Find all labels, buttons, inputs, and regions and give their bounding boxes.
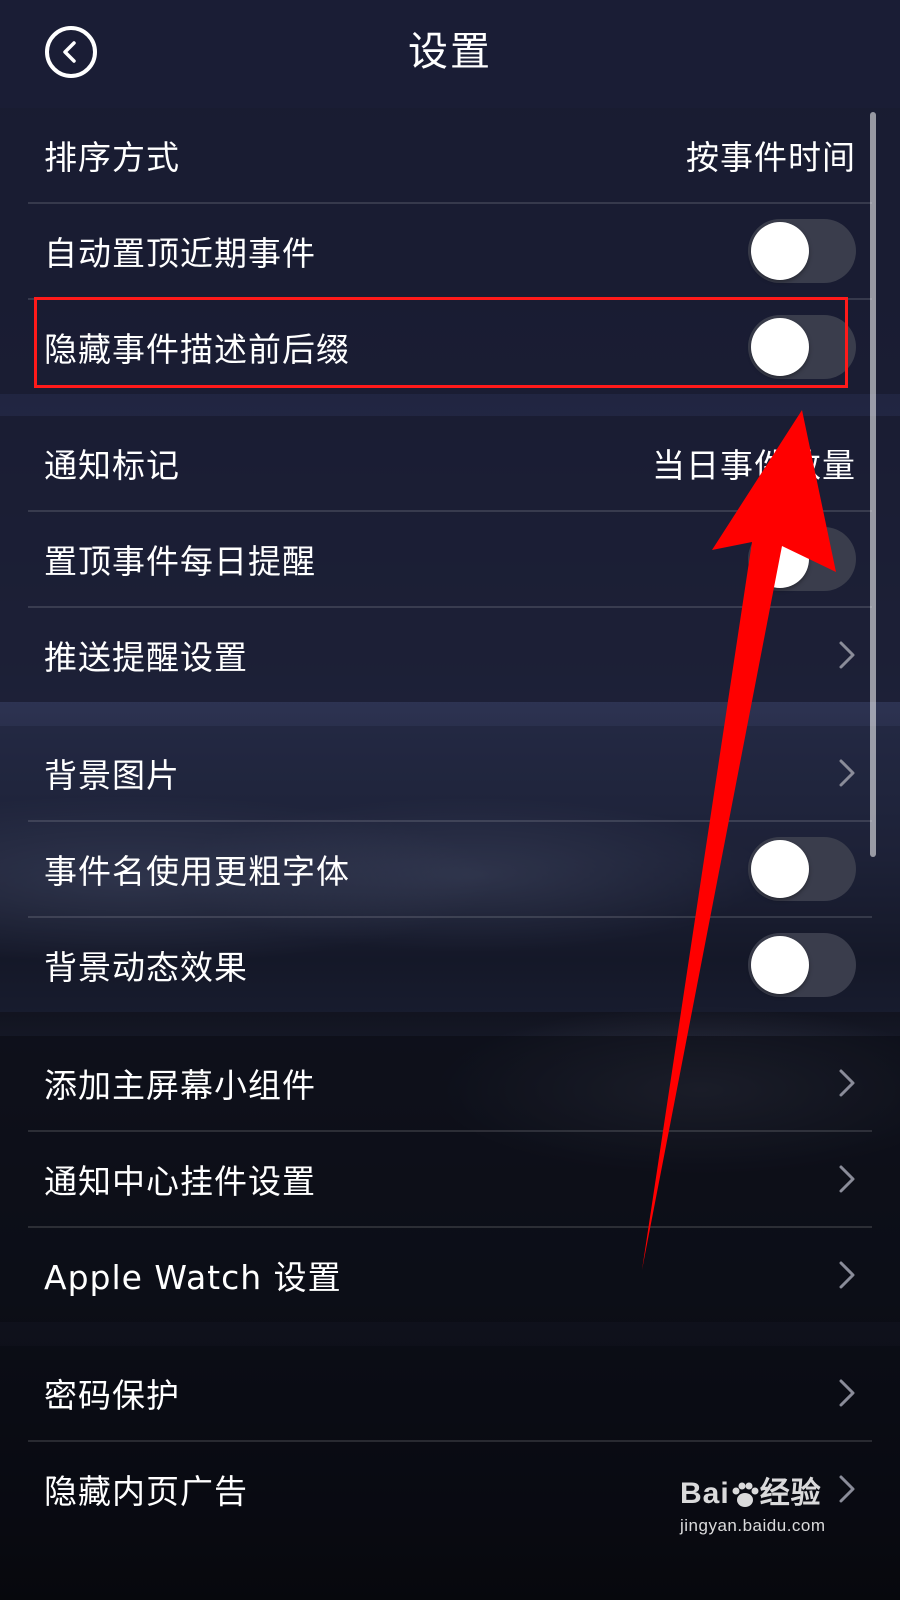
toggle-knob	[751, 222, 809, 280]
row-label: 背景动态效果	[44, 948, 248, 987]
row-label: 添加主屏幕小组件	[44, 1066, 316, 1105]
row-label: 密码保护	[44, 1376, 180, 1415]
sort-order-value: 按事件时间	[686, 138, 856, 177]
row-label: 通知中心挂件设置	[44, 1162, 316, 1201]
hide-ads-row[interactable]: 隐藏内页广告	[28, 1442, 872, 1536]
row-label: 背景图片	[44, 756, 180, 795]
scrollbar[interactable]	[870, 112, 876, 857]
apple-watch-row[interactable]: Apple Watch 设置	[28, 1228, 872, 1322]
bold-font-toggle[interactable]	[748, 837, 856, 901]
settings-screen: 设置 排序方式 按事件时间 自动置顶近期事件 隐藏事件描述前后缀 通知标记 当日…	[0, 0, 900, 1600]
notification-widget-row[interactable]: 通知中心挂件设置	[28, 1132, 872, 1228]
row-label: Apple Watch 设置	[44, 1258, 342, 1297]
settings-group-privacy: 密码保护 隐藏内页广告	[0, 1346, 900, 1536]
daily-reminder-row: 置顶事件每日提醒	[28, 512, 872, 608]
dynamic-background-row: 背景动态效果	[28, 918, 872, 1012]
row-label: 自动置顶近期事件	[44, 234, 316, 273]
chevron-right-icon	[839, 759, 855, 787]
background-image-row[interactable]: 背景图片	[28, 726, 872, 822]
row-label: 排序方式	[44, 138, 180, 177]
hide-affix-toggle[interactable]	[748, 315, 856, 379]
row-label: 隐藏内页广告	[44, 1472, 248, 1511]
bold-font-row: 事件名使用更粗字体	[28, 822, 872, 918]
row-label: 隐藏事件描述前后缀	[44, 330, 350, 369]
settings-group-notifications: 通知标记 当日事件数量 置顶事件每日提醒 推送提醒设置	[0, 416, 900, 702]
chevron-right-icon	[839, 1069, 855, 1097]
toggle-knob	[751, 936, 809, 994]
sort-order-row[interactable]: 排序方式 按事件时间	[28, 108, 872, 204]
chevron-right-icon	[839, 1261, 855, 1289]
settings-group-display: 排序方式 按事件时间 自动置顶近期事件 隐藏事件描述前后缀	[0, 108, 900, 394]
row-label: 事件名使用更粗字体	[44, 852, 350, 891]
row-label: 推送提醒设置	[44, 638, 248, 677]
daily-reminder-toggle[interactable]	[748, 527, 856, 591]
auto-pin-recent-row: 自动置顶近期事件	[28, 204, 872, 300]
dynamic-background-toggle[interactable]	[748, 933, 856, 997]
toggle-knob	[751, 840, 809, 898]
home-widget-row[interactable]: 添加主屏幕小组件	[28, 1036, 872, 1132]
push-settings-row[interactable]: 推送提醒设置	[28, 608, 872, 702]
badge-value: 当日事件数量	[652, 446, 856, 485]
chevron-right-icon	[839, 641, 855, 669]
page-title: 设置	[408, 29, 492, 75]
badge-row[interactable]: 通知标记 当日事件数量	[28, 416, 872, 512]
chevron-right-icon	[839, 1379, 855, 1407]
auto-pin-recent-toggle[interactable]	[748, 219, 856, 283]
row-label: 置顶事件每日提醒	[44, 542, 316, 581]
toggle-knob	[751, 530, 809, 588]
chevron-right-icon	[839, 1165, 855, 1193]
passcode-row[interactable]: 密码保护	[28, 1346, 872, 1442]
hide-affix-row: 隐藏事件描述前后缀	[28, 300, 872, 394]
row-label: 通知标记	[44, 446, 180, 485]
settings-group-appearance: 背景图片 事件名使用更粗字体 背景动态效果	[0, 726, 900, 1012]
settings-group-widgets: 添加主屏幕小组件 通知中心挂件设置 Apple Watch 设置	[0, 1036, 900, 1322]
chevron-right-icon	[839, 1475, 855, 1503]
toggle-knob	[751, 318, 809, 376]
navigation-bar: 设置	[0, 0, 900, 108]
